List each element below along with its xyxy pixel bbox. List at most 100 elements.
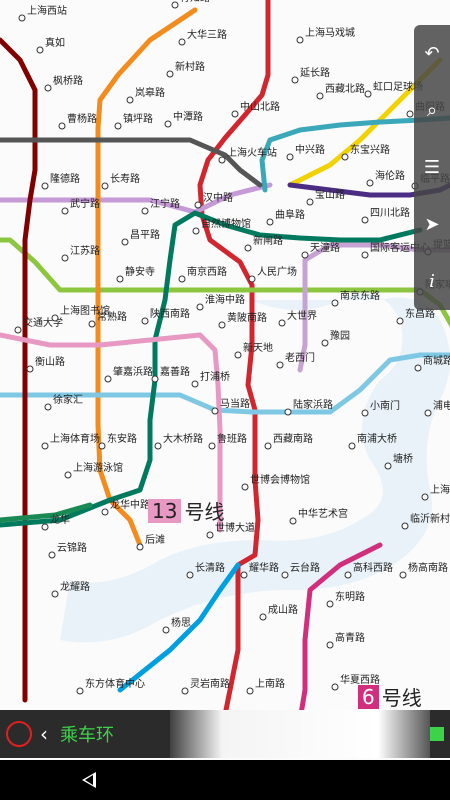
- station-marker[interactable]: 肇嘉浜路: [104, 365, 153, 383]
- search-icon[interactable]: ⌕: [417, 96, 447, 126]
- station-marker[interactable]: 打浦桥: [191, 370, 230, 388]
- station-dot[interactable]: [326, 600, 334, 608]
- station-label[interactable]: 宝山路: [315, 188, 345, 201]
- station-label[interactable]: 新村路: [175, 60, 205, 73]
- station-label[interactable]: 海伦路: [375, 169, 405, 182]
- station-dot[interactable]: [178, 275, 186, 283]
- station-dot[interactable]: [284, 408, 292, 416]
- station-label[interactable]: 西藏北路: [325, 82, 365, 95]
- station-dot[interactable]: [259, 613, 267, 621]
- station-label[interactable]: 中兴路: [295, 143, 325, 156]
- station-label[interactable]: 世博会博物馆: [250, 473, 310, 486]
- station-marker[interactable]: 上南路: [246, 677, 285, 695]
- station-label[interactable]: 陕西南路: [150, 307, 190, 320]
- station-marker[interactable]: 高青路: [326, 631, 365, 649]
- station-dot[interactable]: [361, 409, 369, 417]
- station-label[interactable]: 淮海中路: [205, 293, 245, 306]
- station-marker[interactable]: 豫园: [321, 329, 350, 347]
- station-label[interactable]: 肇嘉浜路: [113, 365, 153, 378]
- station-label[interactable]: 武宁路: [70, 197, 100, 210]
- station-dot[interactable]: [141, 207, 149, 215]
- metro-map[interactable]: 上海西站真如枫桥路曹杨路 镇坪路 中潭路 行知路大华三路新村路岚皋路 上海马戏城延长路中…: [0, 0, 450, 760]
- station-dot[interactable]: [76, 687, 84, 695]
- station-dot[interactable]: [61, 254, 69, 262]
- station-label[interactable]: 长寿路: [110, 172, 140, 185]
- station-label[interactable]: 昌平路: [130, 228, 160, 241]
- station-dot[interactable]: [114, 122, 122, 130]
- station-dot[interactable]: [424, 409, 432, 417]
- station-marker[interactable]: 四川北路: [361, 206, 410, 224]
- station-label[interactable]: 江宁路: [150, 197, 180, 210]
- station-label[interactable]: 中潭路: [173, 110, 203, 123]
- station-label[interactable]: 嘉善路: [160, 365, 190, 378]
- station-dot[interactable]: [348, 442, 356, 450]
- station-marker[interactable]: 静安寺: [116, 265, 155, 283]
- station-dot[interactable]: [58, 122, 66, 130]
- station-label[interactable]: 隆德路: [50, 172, 80, 185]
- station-marker[interactable]: 人民广场: [248, 265, 297, 283]
- station-label[interactable]: 南京东路: [340, 289, 380, 302]
- station-dot[interactable]: [316, 92, 324, 100]
- station-label[interactable]: 长清路: [195, 561, 225, 574]
- station-dot[interactable]: [194, 201, 202, 209]
- station-label[interactable]: 上南路: [255, 677, 285, 690]
- station-label[interactable]: 上海火车站: [227, 146, 277, 159]
- station-dot[interactable]: [344, 571, 352, 579]
- station-dot[interactable]: [151, 375, 159, 383]
- station-marker[interactable]: 西藏北路: [316, 82, 365, 100]
- station-dot[interactable]: [192, 227, 200, 235]
- station-marker[interactable]: 南京西路: [178, 265, 227, 283]
- station-label[interactable]: 上海儿童: [430, 483, 450, 496]
- station-dot[interactable]: [281, 571, 289, 579]
- station-label[interactable]: 延长路: [300, 66, 330, 79]
- station-marker[interactable]: 天潼路: [301, 241, 340, 259]
- station-dot[interactable]: [341, 153, 349, 161]
- station-marker[interactable]: 曹杨路: [58, 112, 97, 130]
- station-label[interactable]: 常熟路: [97, 310, 127, 323]
- station-dot[interactable]: [361, 251, 369, 259]
- nav-back-icon[interactable]: [82, 772, 96, 788]
- station-marker[interactable]: 嘉善路: [151, 365, 190, 383]
- station-marker[interactable]: 昌平路: [121, 228, 160, 246]
- station-dot[interactable]: [164, 120, 172, 128]
- station-dot[interactable]: [41, 182, 49, 190]
- station-label[interactable]: 打浦桥: [200, 370, 230, 383]
- list-icon[interactable]: ☰: [417, 153, 447, 183]
- station-marker[interactable]: 灵岩南路: [181, 677, 230, 695]
- station-marker[interactable]: 西藏南路: [264, 432, 313, 450]
- station-dot[interactable]: [248, 275, 256, 283]
- station-marker[interactable]: 东安路: [98, 432, 137, 450]
- station-marker[interactable]: 大世界: [278, 309, 317, 327]
- station-label[interactable]: 高青路: [335, 631, 365, 644]
- station-dot[interactable]: [406, 110, 414, 118]
- station-dot[interactable]: [126, 96, 134, 104]
- station-label[interactable]: 塘桥: [393, 452, 413, 465]
- station-marker[interactable]: 南京东路: [331, 289, 380, 307]
- station-label[interactable]: 东宝兴路: [350, 143, 390, 156]
- station-dot[interactable]: [421, 493, 429, 501]
- station-marker[interactable]: 龙华中路: [101, 498, 150, 516]
- station-dot[interactable]: [266, 218, 274, 226]
- station-dot[interactable]: [240, 571, 248, 579]
- station-label[interactable]: 浦电路: [433, 399, 450, 412]
- station-label[interactable]: 南京西路: [187, 265, 227, 278]
- station-dot[interactable]: [291, 76, 299, 84]
- station-dot[interactable]: [41, 442, 49, 450]
- station-dot[interactable]: [231, 110, 239, 118]
- station-marker[interactable]: 鲁班路: [208, 432, 247, 450]
- station-label[interactable]: 大华三路: [187, 28, 227, 41]
- station-marker[interactable]: 淮海中路: [196, 293, 245, 311]
- station-marker[interactable]: 中兴路: [286, 143, 325, 161]
- chevron-left-icon[interactable]: ‹: [40, 722, 54, 746]
- station-label[interactable]: 东安路: [107, 432, 137, 445]
- station-label[interactable]: 真如: [45, 36, 65, 49]
- station-dot[interactable]: [44, 84, 52, 92]
- station-dot[interactable]: [278, 319, 286, 327]
- station-dot[interactable]: [104, 375, 112, 383]
- station-marker[interactable]: 上海体育场: [41, 432, 100, 450]
- station-marker[interactable]: 东宝兴路: [341, 143, 390, 161]
- station-label[interactable]: 黄陂南路: [227, 311, 267, 324]
- station-label[interactable]: 西藏南路: [273, 432, 313, 445]
- station-dot[interactable]: [101, 182, 109, 190]
- back-arrow-icon[interactable]: ↶: [417, 39, 447, 69]
